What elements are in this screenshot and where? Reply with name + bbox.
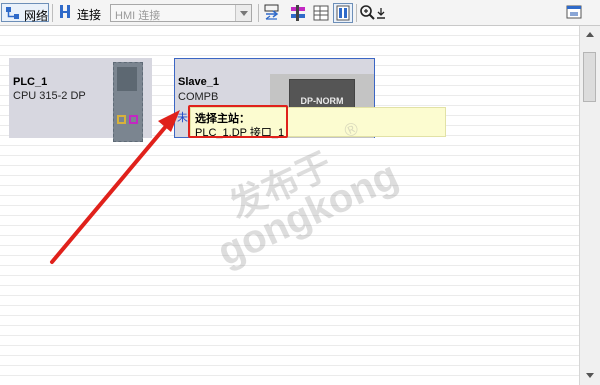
scroll-up-arrow-icon[interactable] [582, 27, 598, 43]
split-view-icon [336, 5, 350, 21]
toolbar-separator [356, 4, 357, 22]
table-view-icon[interactable] [312, 4, 330, 22]
assign-address-icon[interactable] [289, 4, 307, 22]
network-view-label: 网络 [24, 9, 49, 23]
transfer-to-device-icon[interactable] [263, 4, 281, 22]
properties-panel-icon[interactable] [565, 4, 583, 22]
connection-icon [60, 5, 70, 18]
hmi-connection-select[interactable]: HMI 连接 [110, 4, 252, 22]
red-arrow-annotation [50, 110, 180, 264]
toolbar-separator [258, 4, 259, 22]
connections-button[interactable]: 连接 [55, 3, 105, 22]
network-view-button[interactable]: 网络 [1, 3, 49, 23]
vertical-scrollbar[interactable] [579, 26, 600, 385]
zoom-dropdown-icon[interactable] [375, 4, 393, 22]
dropdown-arrow-icon[interactable] [235, 5, 251, 21]
scroll-thumb[interactable] [583, 52, 596, 102]
split-view-button[interactable] [333, 3, 353, 23]
network-view-toolbar: 网络 连接 HMI 连接 [0, 0, 600, 26]
network-canvas[interactable]: PLC_1 CPU 315-2 DP Slave_1 COMPB DP-NORM… [0, 26, 579, 385]
connections-label: 连接 [77, 8, 102, 22]
toolbar-separator [52, 4, 53, 22]
hmi-connection-value: HMI 连接 [115, 10, 161, 22]
scroll-down-arrow-icon[interactable] [582, 367, 598, 383]
network-icon [6, 7, 19, 19]
